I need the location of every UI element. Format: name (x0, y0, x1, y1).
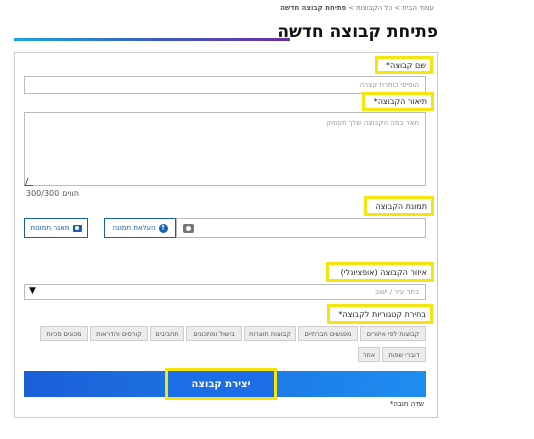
category-chip[interactable]: תחביבים (150, 326, 184, 341)
category-chip[interactable]: בישול ומתכונים (186, 326, 242, 341)
title-underline (14, 38, 290, 41)
category-chip[interactable]: קבוצות תוצרות (244, 326, 296, 341)
group-image-label-box: תמונת הקבוצה (364, 196, 434, 216)
category-chip[interactable]: קבוצות לפי איזורים (360, 326, 426, 341)
category-chip[interactable]: קורסים והדראות (90, 326, 148, 341)
group-region-label: איזור הקבוצה (אופציונלי) (340, 268, 427, 277)
image-file-input[interactable] (176, 218, 426, 238)
page-title: פתיחת קבוצה חדשה (277, 22, 438, 42)
group-name-label-box: שם קבוצה* (375, 56, 433, 74)
camera-icon (183, 224, 194, 233)
category-chip[interactable]: מכונים סכיות (40, 326, 88, 341)
image-row: ↑ העלאת תמונה מאגר תמונות (24, 218, 426, 238)
breadcrumb-current: פתיחת קבוצה חדשה (280, 4, 347, 12)
group-description-label: תיאור הקבוצה* (373, 97, 427, 106)
description-placeholder: תאר במה הקבוצה שלך תעסוק (326, 119, 419, 127)
breadcrumb: עמוד הבית>כל הקבוצות>פתיחת קבוצה חדשה (280, 4, 434, 12)
group-categories-label: בחירת קטגוריות לקבוצה* (338, 310, 426, 319)
group-description-label-box: תיאור הקבוצה* (362, 92, 434, 111)
region-select[interactable]: בחר עיר / ישוב ▼ (24, 284, 426, 300)
group-categories-label-box: בחירת קטגוריות לקבוצה* (327, 304, 433, 324)
category-chip[interactable]: מפגשים חברתיים (298, 326, 358, 341)
group-image-label: תמונת הקבוצה (375, 202, 427, 211)
char-counter: 300/300 תווים (26, 189, 79, 198)
upload-icon: ↑ (158, 223, 168, 233)
upload-image-button[interactable]: ↑ העלאת תמונה (104, 218, 176, 238)
breadcrumb-groups[interactable]: כל הקבוצות (356, 4, 392, 12)
required-field-note: שדה חובה* (389, 400, 424, 408)
breadcrumb-home[interactable]: עמוד הבית (402, 4, 434, 12)
category-chip[interactable]: אחר (358, 347, 380, 362)
create-group-button[interactable]: יצירת קבוצה (165, 368, 277, 400)
image-gallery-button[interactable]: מאגר תמונות (24, 218, 88, 238)
group-region-label-box: איזור הקבוצה (אופציונלי) (326, 262, 434, 282)
group-name-label: שם קבוצה* (386, 61, 426, 70)
group-description-textarea[interactable]: תאר במה הקבוצה שלך תעסוק (24, 112, 426, 186)
gallery-icon (72, 224, 82, 232)
dropdown-arrow-icon: ▼ (29, 286, 36, 296)
category-chip[interactable]: דוברי שפות (382, 347, 426, 362)
